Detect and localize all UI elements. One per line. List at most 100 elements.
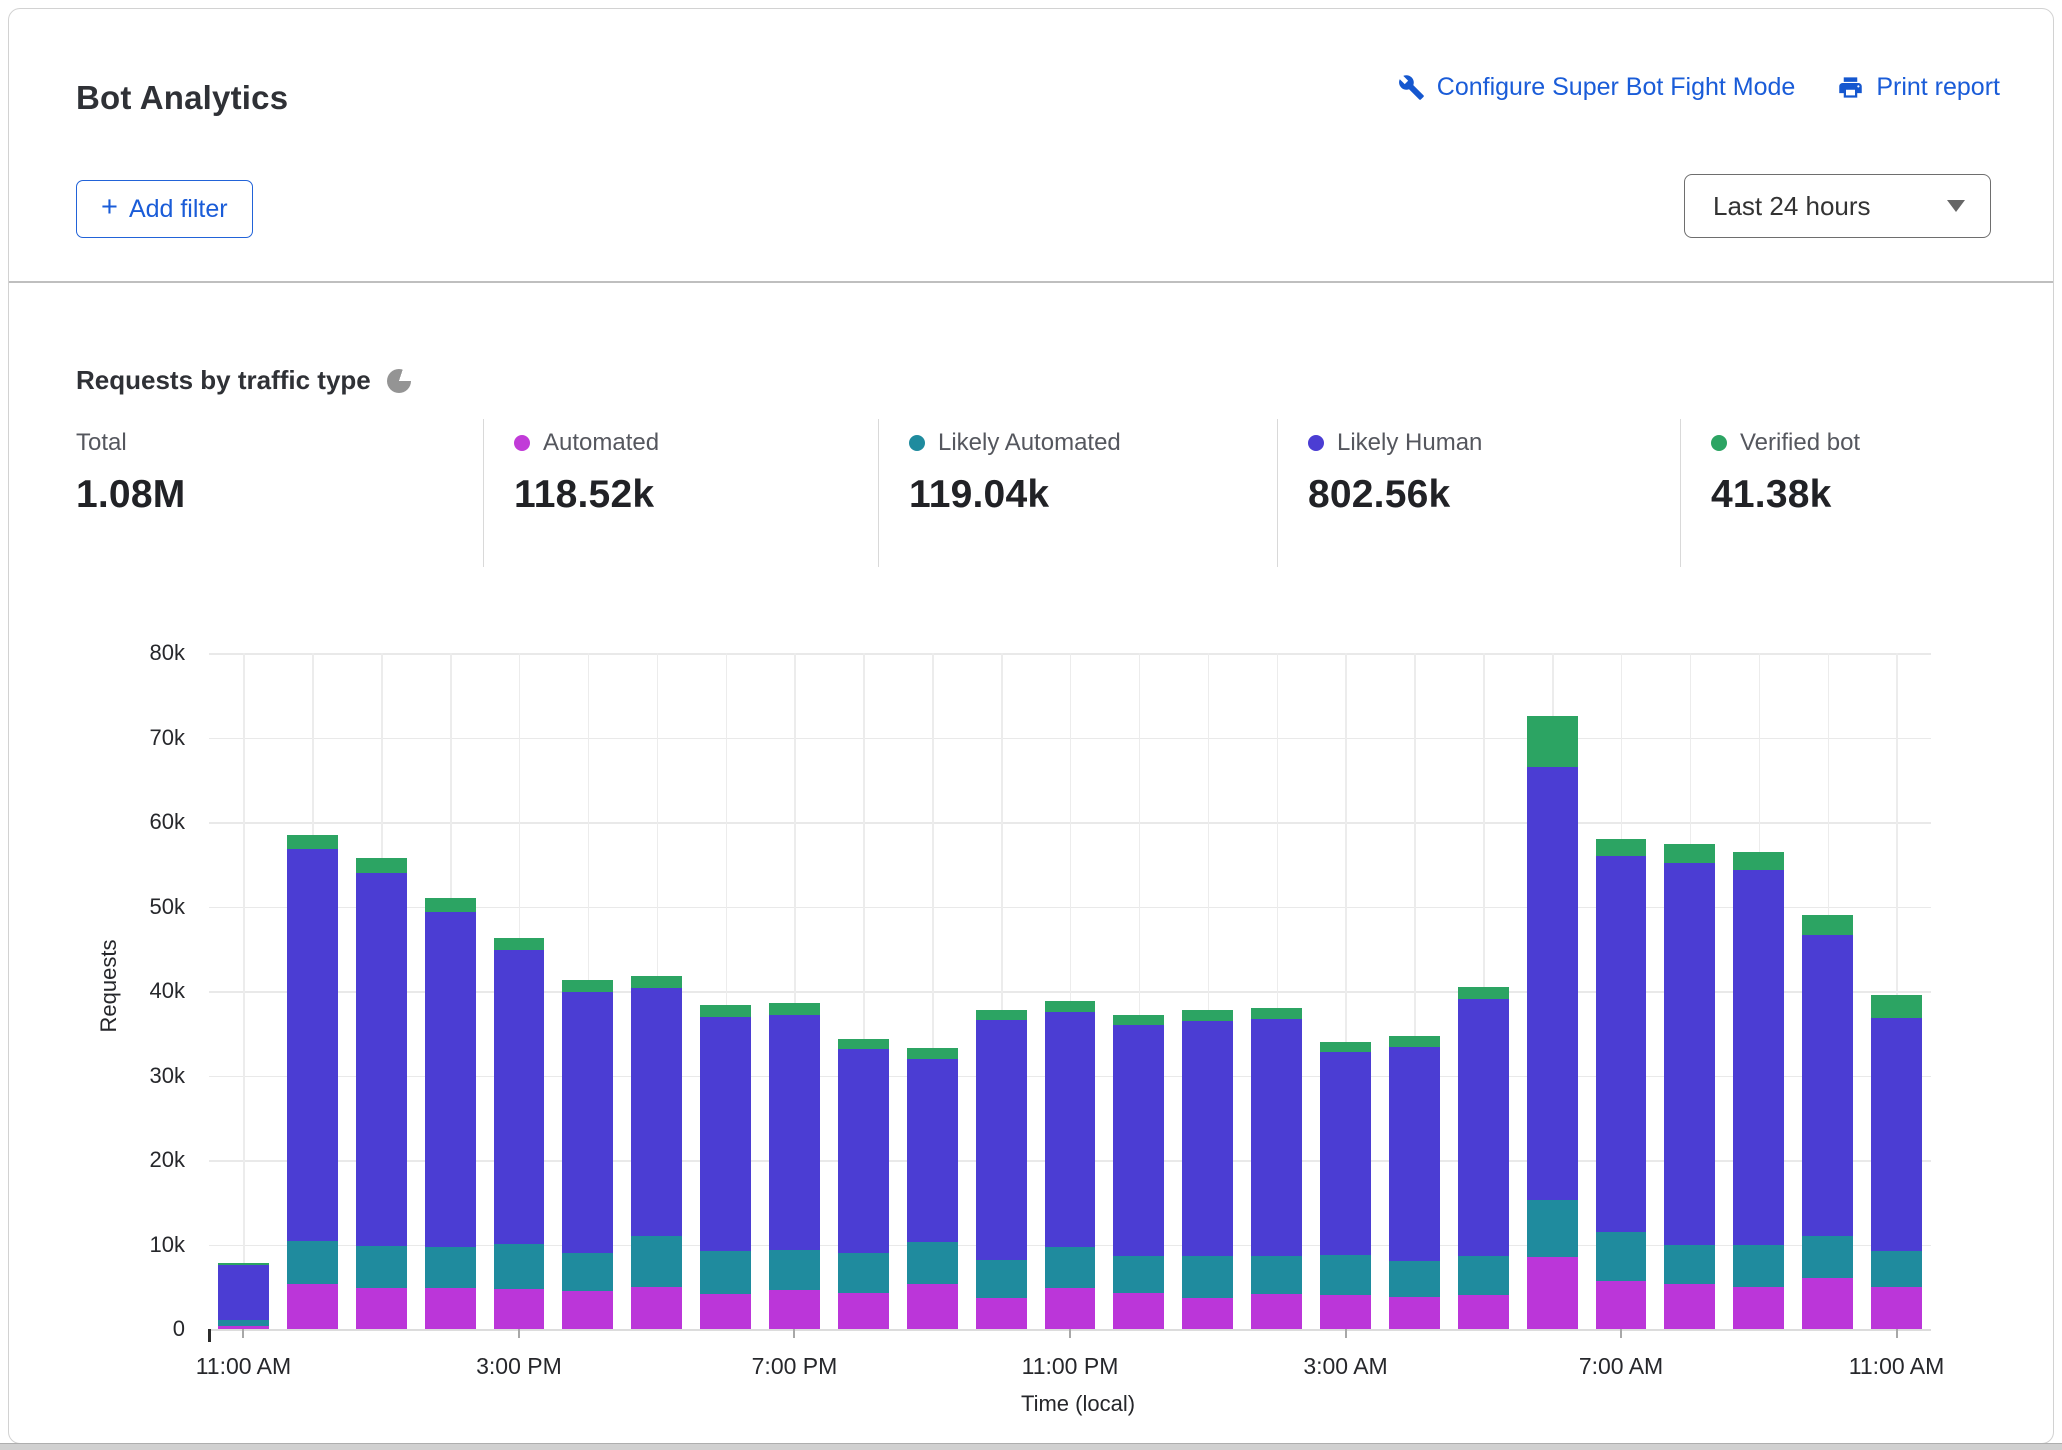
- bar-stack[interactable]: [1596, 839, 1647, 1329]
- bar-segment-verified-bot[interactable]: [356, 858, 407, 872]
- bar-segment-verified-bot[interactable]: [838, 1039, 889, 1049]
- bar-stack[interactable]: [1389, 1036, 1440, 1329]
- bar-stack[interactable]: [1182, 1010, 1233, 1329]
- bar-segment-likely-automated[interactable]: [1871, 1251, 1922, 1286]
- bar-stack[interactable]: [287, 835, 338, 1329]
- bar-stack[interactable]: [1733, 852, 1784, 1329]
- bar-segment-automated[interactable]: [218, 1326, 269, 1329]
- bar-segment-likely-automated[interactable]: [425, 1247, 476, 1288]
- bar-segment-likely-automated[interactable]: [976, 1260, 1027, 1298]
- add-filter-button[interactable]: + Add filter: [76, 180, 253, 238]
- bar-segment-likely-automated[interactable]: [1664, 1245, 1715, 1284]
- bar-segment-likely-human[interactable]: [287, 849, 338, 1241]
- bar-segment-verified-bot[interactable]: [1527, 716, 1578, 767]
- bar-stack[interactable]: [1802, 915, 1853, 1329]
- bar-segment-automated[interactable]: [1251, 1294, 1302, 1329]
- bar-segment-automated[interactable]: [769, 1290, 820, 1329]
- bar-stack[interactable]: [562, 980, 613, 1329]
- bar-segment-likely-human[interactable]: [700, 1017, 751, 1251]
- bar-segment-automated[interactable]: [838, 1293, 889, 1329]
- bar-segment-likely-human[interactable]: [562, 992, 613, 1253]
- bar-segment-likely-automated[interactable]: [1182, 1256, 1233, 1298]
- bar-segment-likely-human[interactable]: [631, 988, 682, 1236]
- bar-segment-likely-automated[interactable]: [1733, 1245, 1784, 1286]
- bar-stack[interactable]: [1527, 716, 1578, 1329]
- bar-stack[interactable]: [700, 1005, 751, 1329]
- bar-segment-likely-human[interactable]: [425, 912, 476, 1247]
- bar-segment-automated[interactable]: [1664, 1284, 1715, 1329]
- bar-segment-automated[interactable]: [1802, 1278, 1853, 1329]
- bar-segment-likely-human[interactable]: [1733, 870, 1784, 1245]
- bar-segment-likely-human[interactable]: [1045, 1012, 1096, 1247]
- bar-segment-verified-bot[interactable]: [631, 976, 682, 989]
- bar-segment-likely-automated[interactable]: [562, 1253, 613, 1291]
- bar-segment-verified-bot[interactable]: [1251, 1008, 1302, 1019]
- bar-segment-automated[interactable]: [356, 1288, 407, 1329]
- bar-segment-likely-automated[interactable]: [1320, 1255, 1371, 1296]
- bar-segment-likely-human[interactable]: [907, 1059, 958, 1242]
- bar-segment-verified-bot[interactable]: [769, 1003, 820, 1015]
- bar-segment-likely-automated[interactable]: [1251, 1256, 1302, 1294]
- bar-segment-automated[interactable]: [1389, 1297, 1440, 1329]
- bar-stack[interactable]: [1320, 1042, 1371, 1329]
- bar-segment-automated[interactable]: [1527, 1257, 1578, 1329]
- bar-segment-verified-bot[interactable]: [1664, 844, 1715, 863]
- print-report-link[interactable]: Print report: [1837, 73, 2000, 102]
- bar-stack[interactable]: [1664, 844, 1715, 1329]
- bar-segment-automated[interactable]: [1733, 1287, 1784, 1329]
- bar-segment-likely-human[interactable]: [1251, 1019, 1302, 1256]
- bar-segment-verified-bot[interactable]: [700, 1005, 751, 1017]
- bar-segment-verified-bot[interactable]: [287, 835, 338, 849]
- bar-segment-automated[interactable]: [425, 1288, 476, 1329]
- bar-segment-likely-automated[interactable]: [1527, 1200, 1578, 1257]
- bar-segment-likely-human[interactable]: [356, 873, 407, 1246]
- bar-segment-likely-automated[interactable]: [1596, 1232, 1647, 1281]
- bar-stack[interactable]: [1458, 987, 1509, 1329]
- bar-segment-likely-human[interactable]: [1389, 1047, 1440, 1262]
- bar-segment-likely-automated[interactable]: [1389, 1261, 1440, 1296]
- bar-segment-likely-automated[interactable]: [769, 1250, 820, 1290]
- bar-segment-likely-automated[interactable]: [1802, 1236, 1853, 1278]
- bar-segment-likely-human[interactable]: [1182, 1021, 1233, 1256]
- bar-segment-automated[interactable]: [1871, 1287, 1922, 1329]
- bar-segment-automated[interactable]: [1113, 1293, 1164, 1329]
- bar-stack[interactable]: [1251, 1008, 1302, 1329]
- bar-stack[interactable]: [425, 898, 476, 1329]
- bar-segment-automated[interactable]: [1182, 1298, 1233, 1329]
- bar-segment-automated[interactable]: [700, 1294, 751, 1329]
- bar-segment-verified-bot[interactable]: [1871, 995, 1922, 1018]
- bar-segment-likely-automated[interactable]: [907, 1242, 958, 1284]
- bar-stack[interactable]: [976, 1010, 1027, 1329]
- bar-stack[interactable]: [356, 858, 407, 1329]
- bar-segment-verified-bot[interactable]: [907, 1048, 958, 1058]
- bar-segment-likely-automated[interactable]: [1458, 1256, 1509, 1295]
- bar-segment-automated[interactable]: [494, 1289, 545, 1329]
- bar-segment-verified-bot[interactable]: [425, 898, 476, 912]
- bar-segment-likely-human[interactable]: [1458, 999, 1509, 1257]
- bar-segment-likely-human[interactable]: [218, 1265, 269, 1320]
- bar-segment-likely-human[interactable]: [1113, 1025, 1164, 1256]
- bar-stack[interactable]: [769, 1003, 820, 1329]
- bar-stack[interactable]: [1045, 1001, 1096, 1329]
- bar-segment-likely-human[interactable]: [1527, 767, 1578, 1200]
- bar-segment-likely-automated[interactable]: [838, 1253, 889, 1293]
- bar-segment-verified-bot[interactable]: [494, 938, 545, 951]
- bar-segment-automated[interactable]: [907, 1284, 958, 1329]
- bar-segment-automated[interactable]: [1045, 1288, 1096, 1329]
- bar-segment-verified-bot[interactable]: [1045, 1001, 1096, 1012]
- bar-segment-verified-bot[interactable]: [562, 980, 613, 992]
- bar-segment-verified-bot[interactable]: [976, 1010, 1027, 1020]
- bar-segment-likely-human[interactable]: [838, 1049, 889, 1253]
- bar-segment-verified-bot[interactable]: [1320, 1042, 1371, 1052]
- bar-segment-likely-automated[interactable]: [631, 1236, 682, 1287]
- bar-segment-verified-bot[interactable]: [1389, 1036, 1440, 1047]
- bar-stack[interactable]: [1113, 1015, 1164, 1329]
- bar-segment-likely-human[interactable]: [1320, 1052, 1371, 1255]
- bar-segment-likely-human[interactable]: [769, 1015, 820, 1251]
- bar-stack[interactable]: [218, 1263, 269, 1329]
- bar-segment-automated[interactable]: [287, 1284, 338, 1329]
- bar-segment-likely-human[interactable]: [1664, 863, 1715, 1246]
- bar-segment-likely-human[interactable]: [1871, 1018, 1922, 1251]
- configure-super-bot-fight-mode-link[interactable]: Configure Super Bot Fight Mode: [1398, 73, 1796, 102]
- bar-stack[interactable]: [907, 1048, 958, 1329]
